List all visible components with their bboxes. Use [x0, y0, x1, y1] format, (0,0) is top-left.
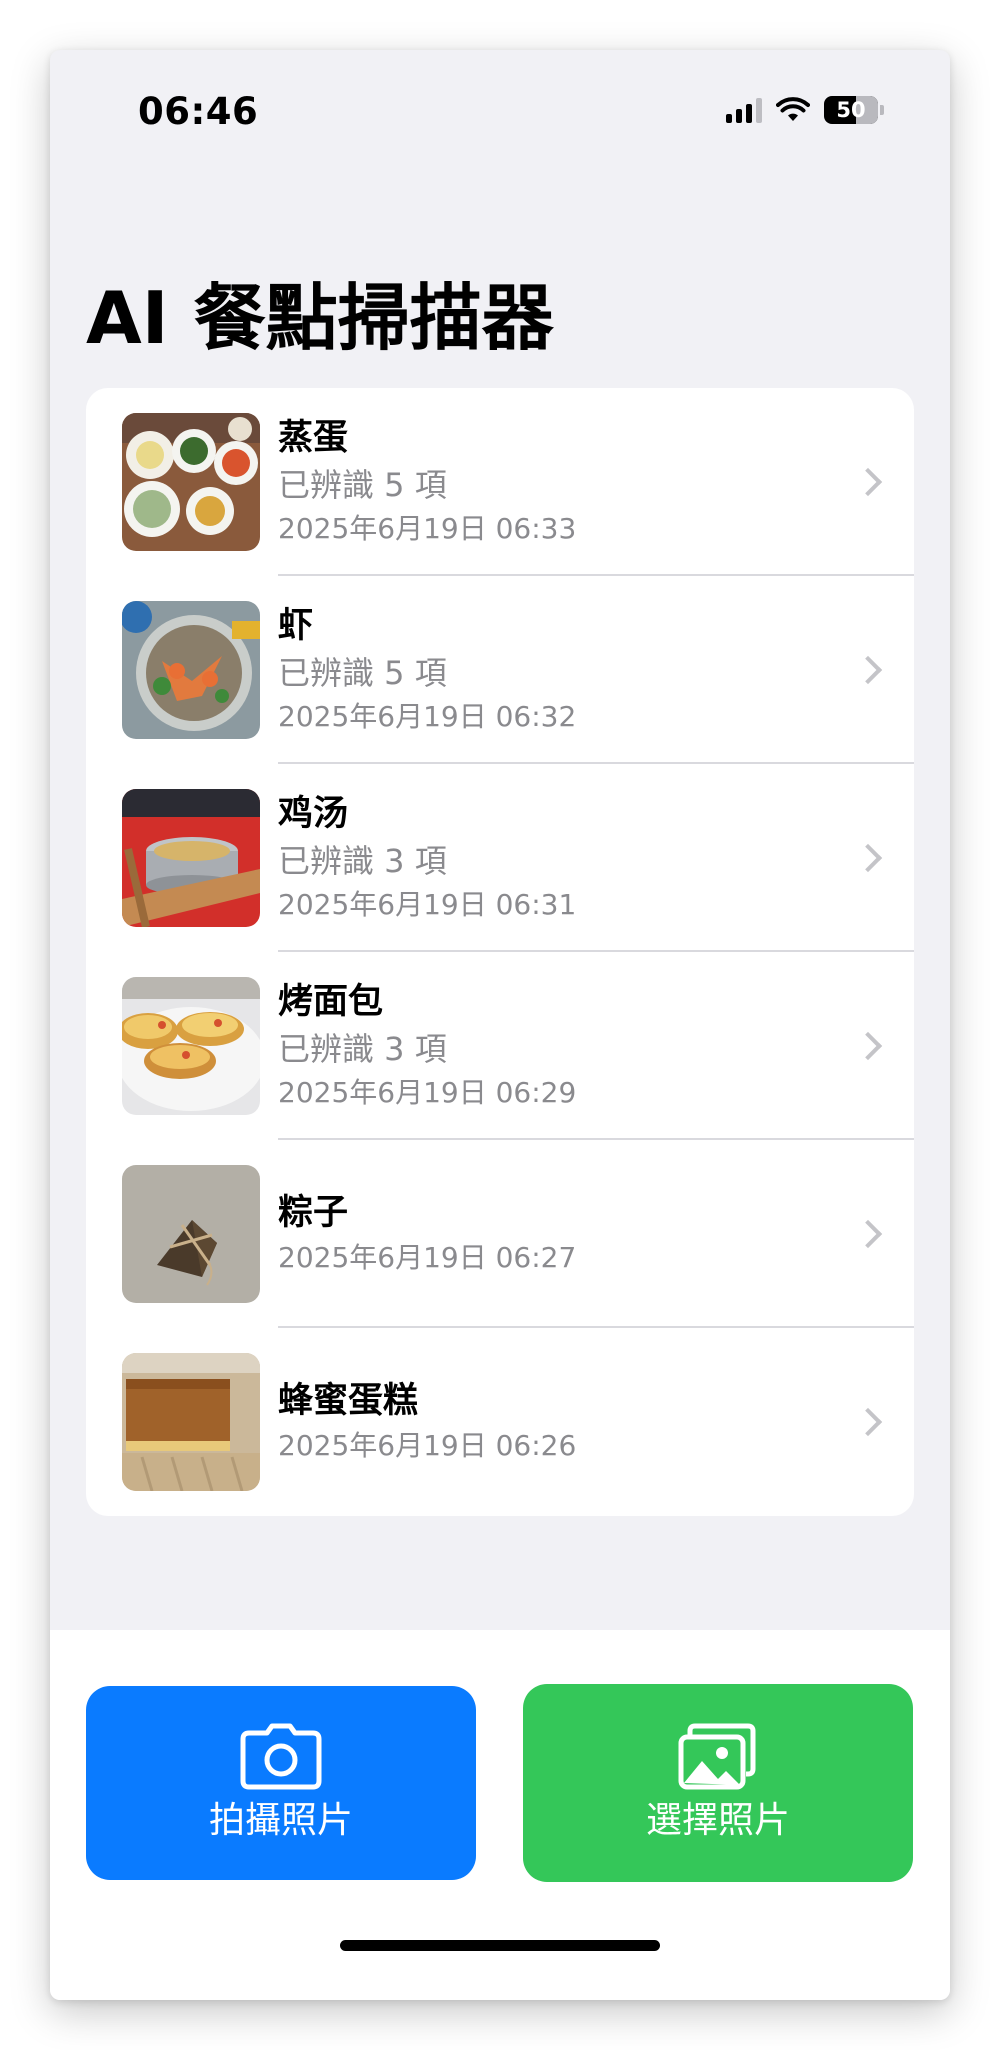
- meal-list-item[interactable]: 虾 已辨識 5 項 2025年6月19日 06:32: [86, 576, 914, 764]
- wifi-icon: [776, 97, 810, 121]
- meal-date: 2025年6月19日 06:29: [278, 1076, 577, 1109]
- bottom-toolbar: 拍攝照片 選擇照片: [50, 1630, 950, 2000]
- meal-subtitle: 已辨識 3 項: [278, 842, 447, 880]
- chevron-right-icon: [853, 655, 883, 685]
- meal-title: 烤面包: [278, 982, 384, 1022]
- chevron-right-icon: [853, 1407, 883, 1437]
- chevron-right-icon: [853, 1031, 883, 1061]
- meal-date: 2025年6月19日 06:33: [278, 512, 577, 545]
- cellular-signal-icon: [726, 97, 762, 123]
- battery-icon: 50: [824, 96, 878, 124]
- meal-photo-icon: [122, 789, 260, 927]
- meal-subtitle: 已辨識 5 項: [278, 654, 447, 692]
- meal-list-item[interactable]: 蜂蜜蛋糕 2025年6月19日 06:26: [86, 1328, 914, 1516]
- meal-text: 粽子 2025年6月19日 06:27: [278, 1140, 576, 1328]
- meal-date: 2025年6月19日 06:26: [278, 1429, 577, 1462]
- status-icons: 50: [726, 96, 884, 124]
- meal-photo-icon: [122, 413, 260, 551]
- home-indicator[interactable]: [340, 1940, 660, 1951]
- meal-list-item[interactable]: 粽子 2025年6月19日 06:27: [86, 1140, 914, 1328]
- meal-subtitle: 已辨識 3 項: [278, 1030, 447, 1068]
- meal-text: 虾 已辨識 5 項 2025年6月19日 06:32: [278, 576, 576, 764]
- meal-text: 蜂蜜蛋糕 2025年6月19日 06:26: [278, 1328, 576, 1516]
- meal-title: 蜂蜜蛋糕: [278, 1381, 419, 1421]
- meal-photo-icon: [122, 1165, 260, 1303]
- battery-level: 50: [836, 98, 866, 122]
- meal-title: 蒸蛋: [278, 418, 349, 458]
- chevron-right-icon: [853, 467, 883, 497]
- take-photo-button[interactable]: 拍攝照片: [86, 1686, 476, 1880]
- meal-list-item[interactable]: 蒸蛋 已辨識 5 項 2025年6月19日 06:33: [86, 388, 914, 576]
- meal-title: 粽子: [278, 1193, 349, 1233]
- meal-text: 蒸蛋 已辨識 5 項 2025年6月19日 06:33: [278, 388, 576, 576]
- meal-date: 2025年6月19日 06:31: [278, 888, 577, 921]
- meal-list-item[interactable]: 烤面包 已辨識 3 項 2025年6月19日 06:29: [86, 952, 914, 1140]
- meal-title: 鸡汤: [278, 794, 349, 834]
- status-time: 06:46: [138, 90, 259, 133]
- meal-list-item[interactable]: 鸡汤 已辨識 3 項 2025年6月19日 06:31: [86, 764, 914, 952]
- chevron-right-icon: [853, 1219, 883, 1249]
- status-bar: 06:46 50: [50, 50, 950, 170]
- meal-photo-icon: [122, 1353, 260, 1491]
- meal-date: 2025年6月19日 06:27: [278, 1241, 577, 1274]
- meal-subtitle: 已辨識 5 項: [278, 466, 447, 504]
- photo-library-icon: [678, 1723, 756, 1790]
- meal-text: 鸡汤 已辨識 3 項 2025年6月19日 06:31: [278, 764, 576, 952]
- choose-photo-button[interactable]: 選擇照片: [523, 1684, 913, 1882]
- meal-date: 2025年6月19日 06:32: [278, 700, 577, 733]
- chevron-right-icon: [853, 843, 883, 873]
- page-title: AI 餐點掃描器: [86, 276, 554, 360]
- take-photo-label: 拍攝照片: [208, 1800, 353, 1841]
- meal-text: 烤面包 已辨識 3 項 2025年6月19日 06:29: [278, 952, 576, 1140]
- meal-title: 虾: [278, 606, 314, 646]
- meal-list: 蒸蛋 已辨識 5 項 2025年6月19日 06:33 虾 已辨識 5 項 20…: [86, 388, 914, 1516]
- choose-photo-label: 選擇照片: [645, 1800, 790, 1841]
- phone-screen: 06:46 50 AI 餐點掃描器 蒸蛋 已辨識 5 項 2025年6月19日 …: [50, 50, 950, 2000]
- camera-icon: [240, 1723, 322, 1790]
- meal-photo-icon: [122, 977, 260, 1115]
- meal-photo-icon: [122, 601, 260, 739]
